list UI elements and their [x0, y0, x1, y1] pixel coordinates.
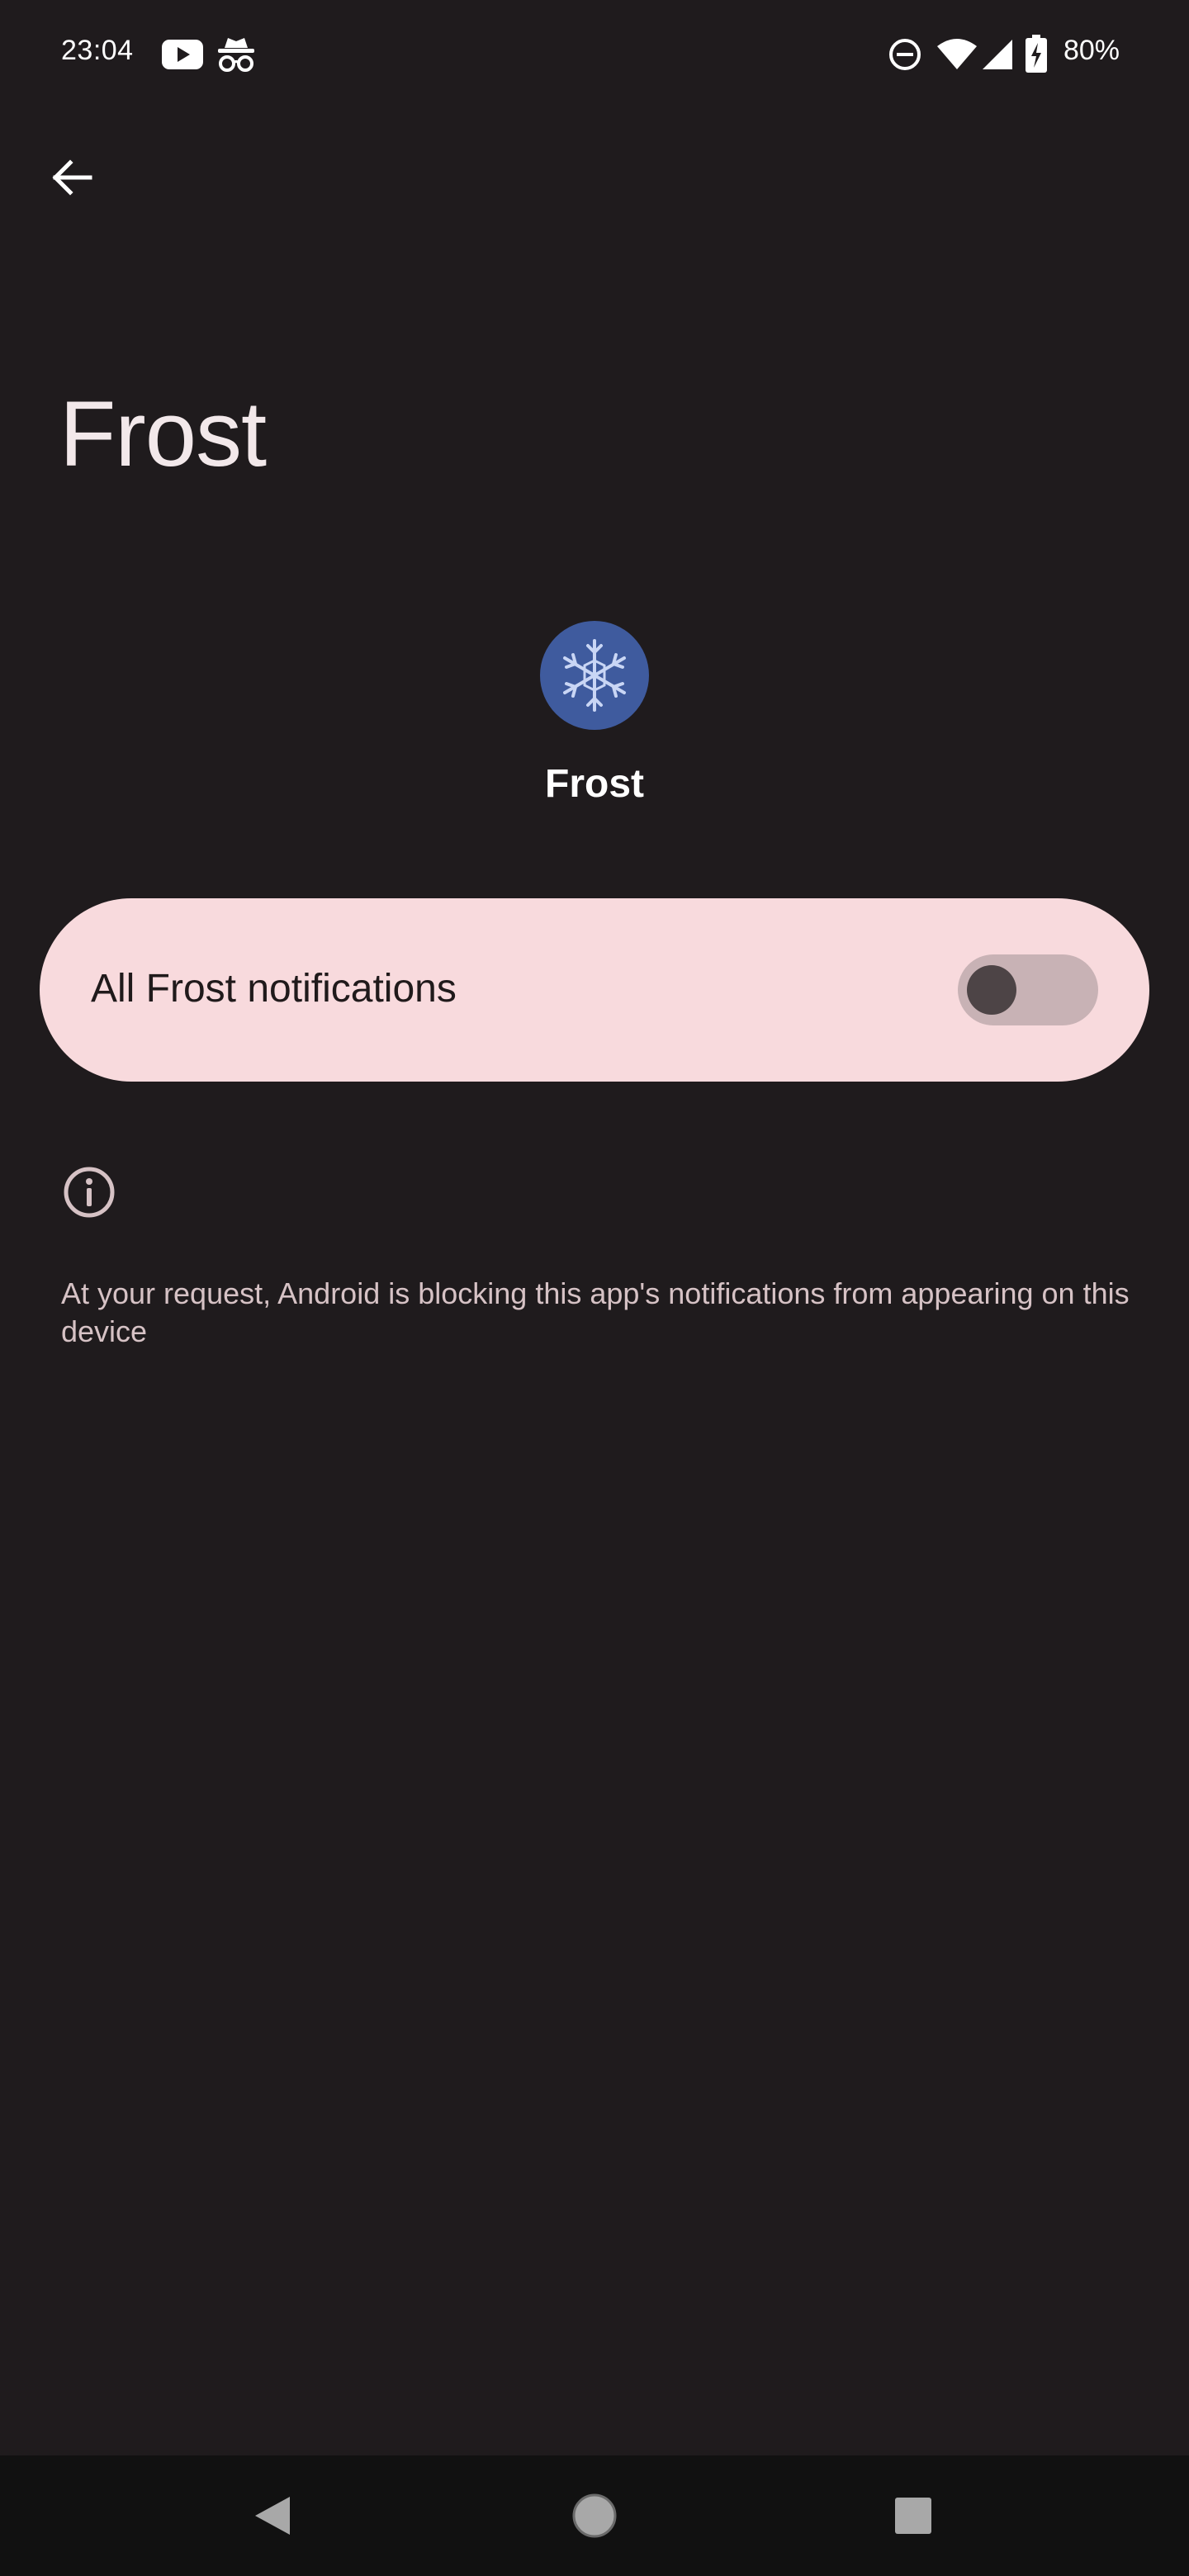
nav-back-button[interactable] — [215, 2455, 330, 2576]
back-button[interactable] — [36, 142, 107, 213]
do-not-disturb-icon — [889, 39, 921, 70]
wifi-icon — [937, 39, 977, 69]
info-icon — [64, 1167, 115, 1218]
app-icon — [540, 621, 649, 730]
incognito-icon — [218, 38, 254, 72]
switch-thumb — [967, 965, 1016, 1015]
all-notifications-switch[interactable] — [958, 954, 1098, 1025]
page-title: Frost — [59, 382, 267, 485]
youtube-icon — [162, 40, 203, 69]
battery-percent: 80% — [1063, 35, 1120, 66]
arrow-back-icon — [52, 159, 92, 196]
status-bar: 23:04 80% — [0, 0, 1189, 107]
snowflake-icon — [563, 639, 626, 712]
all-notifications-toggle-row[interactable]: All Frost notifications — [40, 898, 1149, 1082]
cell-signal-icon — [983, 40, 1012, 69]
blocked-notifications-info: At your request, Android is blocking thi… — [61, 1276, 1130, 1348]
home-circle-icon — [572, 2493, 617, 2538]
navigation-bar — [0, 2455, 1189, 2576]
nav-recents-button[interactable] — [855, 2455, 971, 2576]
battery-charging-icon — [1026, 35, 1047, 73]
all-notifications-label: All Frost notifications — [91, 967, 457, 1011]
back-triangle-icon — [255, 2497, 290, 2535]
app-name: Frost — [545, 762, 644, 806]
status-time: 23:04 — [61, 35, 134, 66]
nav-home-button[interactable] — [537, 2455, 652, 2576]
recents-square-icon — [895, 2498, 931, 2534]
app-notifications-screen: 23:04 80% Frost Frost All Frost notifica… — [0, 0, 1189, 2576]
